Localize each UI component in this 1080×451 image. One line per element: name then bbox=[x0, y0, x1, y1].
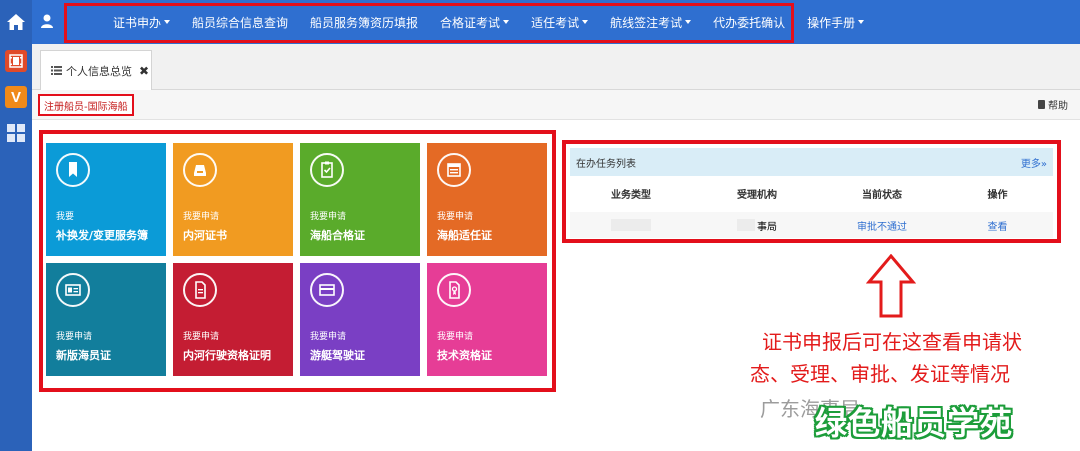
column-header: 操作 bbox=[987, 189, 1008, 201]
help-label: 帮助 bbox=[1048, 101, 1068, 112]
redacted-text bbox=[737, 219, 755, 231]
tab-personal-overview[interactable]: 个人信息总览 ✖ bbox=[40, 50, 152, 90]
tile-icon-ring bbox=[56, 153, 90, 187]
media-shortcut-button[interactable] bbox=[5, 50, 27, 72]
book-icon bbox=[1038, 100, 1045, 109]
id-card-icon bbox=[65, 284, 81, 296]
tile-icon-ring bbox=[56, 273, 90, 307]
home-icon bbox=[7, 14, 25, 30]
tile-subtitle: 我要 bbox=[56, 212, 75, 222]
bookmark-icon bbox=[69, 162, 77, 177]
left-rail: V bbox=[0, 0, 32, 451]
tile-title: 海船适任证 bbox=[437, 229, 492, 242]
tile-subtitle: 我要申请 bbox=[183, 212, 220, 222]
service-tile[interactable]: 我要申请 海船合格证 bbox=[300, 143, 420, 256]
service-tile[interactable]: 我要补换发/变更服务簿 bbox=[46, 143, 166, 256]
redacted-text bbox=[611, 219, 651, 231]
column-header: 受理机构 bbox=[737, 189, 777, 201]
tile-title: 技术资格证 bbox=[437, 349, 492, 362]
home-button[interactable] bbox=[0, 0, 32, 44]
film-icon bbox=[9, 54, 23, 68]
annotation-line-1: 证书申报后可在这查看申请状 bbox=[762, 330, 1022, 354]
clipboard-check-icon bbox=[321, 161, 333, 178]
tile-icon-ring bbox=[310, 153, 344, 187]
nav-item[interactable]: 操作手册 bbox=[796, 14, 875, 31]
watermark-green: 绿色船员学苑 bbox=[815, 404, 1014, 442]
task-panel: 在办任务列表 更多» 业务类型 受理机构 当前状态 操作 事局 审批不通过 查看 bbox=[562, 140, 1061, 243]
tile-icon-ring bbox=[437, 273, 471, 307]
annotation-line-2: 态、受理、审批、发证等情况 bbox=[750, 362, 1010, 386]
tile-icon-ring bbox=[437, 153, 471, 187]
inbox-icon bbox=[194, 165, 206, 176]
tab-strip: 个人信息总览 ✖ bbox=[32, 44, 1080, 90]
task-panel-title: 在办任务列表 bbox=[576, 158, 636, 170]
agency-cell: 事局 bbox=[692, 218, 822, 233]
apps-grid-button[interactable] bbox=[5, 122, 27, 144]
service-tile[interactable]: 我要申请内河行驶资格证明 bbox=[173, 263, 293, 376]
tile-title: 内河行驶资格证明 bbox=[183, 349, 271, 362]
tile-icon-ring bbox=[183, 273, 217, 307]
vi-shortcut-button[interactable]: V bbox=[5, 86, 27, 108]
breadcrumb: 注册船员-国际海船 bbox=[38, 94, 134, 116]
service-tile[interactable]: 我要申请 内河证书 bbox=[173, 143, 293, 256]
user-icon bbox=[41, 14, 53, 28]
column-header: 当前状态 bbox=[862, 189, 902, 201]
grid-icon bbox=[7, 124, 25, 142]
nav-item-label: 操作手册 bbox=[807, 15, 856, 30]
status-cell: 审批不通过 bbox=[822, 218, 942, 233]
tile-title: 海船合格证 bbox=[310, 229, 365, 242]
certificate-icon bbox=[449, 281, 460, 299]
close-icon[interactable]: ✖ bbox=[139, 64, 149, 78]
tile-subtitle: 我要申请 bbox=[183, 332, 220, 342]
status-link[interactable]: 审批不通过 bbox=[857, 218, 907, 233]
service-tile[interactable]: 我要申请 游艇驾驶证 bbox=[300, 263, 420, 376]
agency-text: 事局 bbox=[757, 221, 777, 233]
task-panel-header: 在办任务列表 更多» bbox=[570, 148, 1053, 176]
column-header: 业务类型 bbox=[611, 189, 651, 201]
action-cell: 查看 bbox=[942, 218, 1053, 233]
v-logo-icon: V bbox=[10, 88, 21, 106]
view-link[interactable]: 查看 bbox=[988, 218, 1008, 233]
tile-title: 补换发/变更服务簿 bbox=[56, 229, 149, 242]
breadcrumb-bar: 注册船员-国际海船 帮助 bbox=[32, 90, 1080, 120]
tile-icon-ring bbox=[310, 273, 344, 307]
tile-subtitle: 我要申请 bbox=[56, 332, 93, 342]
service-tile[interactable]: 我要申请 海船适任证 bbox=[427, 143, 547, 256]
service-tile[interactable]: 我要申请 技术资格证 bbox=[427, 263, 547, 376]
table-row: 事局 审批不通过 查看 bbox=[570, 212, 1053, 238]
tab-label: 个人信息总览 bbox=[66, 64, 132, 78]
tile-subtitle: 我要申请 bbox=[310, 212, 347, 222]
service-tile[interactable]: 我要申请 新版海员证 bbox=[46, 263, 166, 376]
card-icon bbox=[319, 284, 335, 296]
calendar-icon bbox=[447, 163, 461, 177]
up-arrow-annotation bbox=[866, 254, 916, 318]
tile-title: 游艇驾驶证 bbox=[310, 349, 365, 362]
list-icon bbox=[51, 66, 62, 75]
user-menu-button[interactable] bbox=[40, 13, 54, 33]
tile-subtitle: 我要申请 bbox=[437, 212, 474, 222]
tile-title: 新版海员证 bbox=[56, 349, 111, 362]
tile-subtitle: 我要申请 bbox=[310, 332, 347, 342]
task-table-header: 业务类型 受理机构 当前状态 操作 bbox=[570, 182, 1053, 204]
caret-down-icon bbox=[858, 20, 865, 24]
tile-icon-ring bbox=[183, 153, 217, 187]
tile-title: 内河证书 bbox=[183, 229, 227, 242]
tile-subtitle: 我要申请 bbox=[437, 332, 474, 342]
more-link[interactable]: 更多» bbox=[1021, 155, 1047, 170]
menu-highlight-box bbox=[64, 3, 794, 43]
help-link[interactable]: 帮助 bbox=[1038, 97, 1068, 112]
business-type-cell bbox=[570, 219, 692, 231]
document-icon bbox=[195, 281, 206, 299]
